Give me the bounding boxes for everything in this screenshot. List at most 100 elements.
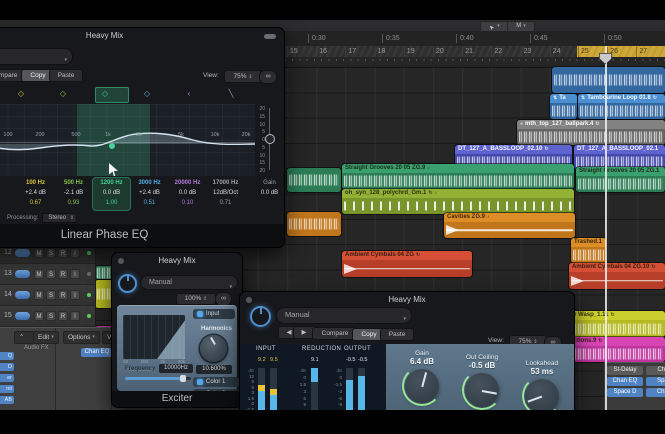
- eq-band-parameter-column[interactable]: 17000 Hz12dB/Oct0.71: [207, 178, 244, 210]
- track-region[interactable]: [95, 266, 113, 279]
- track-number: 12: [4, 249, 12, 256]
- exciter-harmonics-value[interactable]: 10.600%: [196, 365, 232, 374]
- eq-processing-select[interactable]: Stereo⇕: [42, 213, 77, 223]
- gain-knob[interactable]: [405, 369, 439, 403]
- track-region[interactable]: Straight Grooves 20 05 ZG.1: [576, 167, 665, 192]
- track-region[interactable]: [552, 67, 665, 93]
- db-tick-label: 10: [259, 153, 265, 159]
- track-region[interactable]: Straight Grooves 20 05 ZG.9♪: [342, 164, 574, 189]
- eq-band-icon[interactable]: ‹: [188, 89, 191, 99]
- plugin-slot-button[interactable]: Chan: [646, 388, 665, 397]
- input-monitor-button[interactable]: I: [70, 248, 80, 258]
- track-icon[interactable]: [15, 270, 30, 278]
- mute-button[interactable]: M: [34, 269, 44, 279]
- plugin-slot-button[interactable]: Spac: [646, 377, 665, 386]
- mute-button[interactable]: M: [34, 311, 44, 321]
- region-label: Straight Grooves 20 05 ZG.1: [579, 167, 659, 176]
- exciter-input-toggle[interactable]: Input: [193, 309, 235, 319]
- eq-view-zoom-select[interactable]: 75% ⇕: [224, 70, 262, 83]
- plugin-slot-button[interactable]: Chor: [646, 366, 665, 375]
- eq-preset-dropdown[interactable]: ▾: [0, 48, 73, 65]
- track-icon[interactable]: [15, 291, 30, 299]
- input-monitor-button[interactable]: I: [70, 290, 80, 300]
- track-region[interactable]: Ambient Cymbals 04 ZG↻: [342, 251, 472, 277]
- region-waveform: [344, 176, 572, 187]
- exciter-color1-toggle[interactable]: Color 1: [193, 377, 239, 387]
- plugin-slot-button[interactable]: Chan EQ: [607, 377, 643, 386]
- cycle-region[interactable]: 252627: [577, 46, 665, 57]
- track-header[interactable]: 14MSRI: [0, 285, 95, 306]
- exciter-harmonics-knob[interactable]: [200, 335, 227, 362]
- eq-bypass-pill[interactable]: [264, 34, 276, 39]
- eq-band-handle[interactable]: [109, 143, 115, 149]
- track-region[interactable]: Trashed.1: [571, 238, 606, 263]
- limiter-paste-button[interactable]: Paste: [380, 328, 414, 341]
- track-region[interactable]: ⇅Ta: [550, 94, 577, 119]
- eq-band-icon[interactable]: ◇: [60, 89, 66, 99]
- mixer-edit-menu[interactable]: Edit▾: [33, 331, 59, 344]
- mixer-nav-icon[interactable]: ⌃: [14, 331, 34, 344]
- exciter-link-button[interactable]: ∞: [215, 292, 232, 306]
- record-button[interactable]: R: [58, 248, 68, 258]
- mute-button[interactable]: M: [34, 248, 44, 258]
- eq-band-parameter-column[interactable]: 100 Hz+2.4 dB0.67: [17, 178, 54, 210]
- track-header[interactable]: 13MSRI: [0, 264, 95, 285]
- track-region[interactable]: oh_syn_128_polychrd_Gm.1↻♪: [342, 189, 574, 214]
- eq-band-parameter-column[interactable]: 3000 Hz+2.4 dB0.51: [131, 178, 168, 210]
- input-monitor-button[interactable]: I: [70, 269, 80, 279]
- eq-band-parameter-column[interactable]: 1200 Hz0.0 dB1.00: [93, 178, 130, 210]
- track-region[interactable]: ⇅Tambourine Loop 01.8↻: [578, 94, 665, 119]
- track-icon[interactable]: [15, 312, 30, 320]
- record-button[interactable]: R: [58, 269, 68, 279]
- solo-button[interactable]: S: [46, 248, 56, 258]
- solo-button[interactable]: S: [46, 290, 56, 300]
- clipped-plugin-button[interactable]: AB: [0, 396, 14, 404]
- power-button[interactable]: [250, 306, 271, 327]
- solo-button[interactable]: S: [46, 269, 56, 279]
- clipped-plugin-button[interactable]: D: [0, 363, 14, 371]
- eq-band-icon[interactable]: ◇: [144, 89, 150, 99]
- limiter-preset-dropdown[interactable]: Manual▾: [276, 307, 412, 324]
- region-waveform: [289, 175, 339, 186]
- track-region[interactable]: Ambient Cymbals 04 ZG.10↻: [569, 263, 665, 289]
- eq-graph[interactable]: 1002005001k2k5k10k20k: [0, 104, 255, 176]
- track-region[interactable]: ●mth_top_127_ballpark.4↻: [517, 120, 665, 145]
- mute-button[interactable]: M: [34, 290, 44, 300]
- eq-band-icon[interactable]: ╲: [229, 89, 234, 99]
- eq-gain-slider-knob[interactable]: [265, 134, 275, 144]
- out-ceiling-knob[interactable]: [465, 373, 499, 407]
- solo-button[interactable]: S: [46, 311, 56, 321]
- exciter-frequency-value[interactable]: 10000Hz: [159, 364, 193, 373]
- eq-band-icon[interactable]: ◇: [18, 89, 24, 99]
- track-region[interactable]: [95, 280, 113, 308]
- eq-band-parameter-column[interactable]: 500 Hz-2.1 dB0.93: [55, 178, 92, 210]
- plugin-slot-button[interactable]: Space D: [607, 388, 643, 397]
- chan-eq-slot-button[interactable]: Chan EQ: [81, 348, 113, 357]
- exciter-frequency-graph[interactable]: [123, 315, 185, 359]
- record-button[interactable]: R: [58, 311, 68, 321]
- eq-master-gain[interactable]: Gain0.0 dB: [255, 178, 284, 198]
- track-region[interactable]: Cavities ZG.9♪: [444, 213, 575, 238]
- input-monitor-button[interactable]: I: [70, 311, 80, 321]
- eq-band-parameter-column[interactable]: 20000 Hz0.0 dB0.10: [169, 178, 206, 210]
- power-button[interactable]: [118, 274, 137, 293]
- clipped-plugin-button[interactable]: nit: [0, 385, 14, 393]
- track-header[interactable]: 15MSRI: [0, 306, 95, 327]
- eq-paste-button[interactable]: Paste: [49, 69, 83, 82]
- exciter-preset-dropdown[interactable]: Manual▾: [140, 275, 238, 290]
- mixer-options-menu[interactable]: Options▾: [63, 331, 100, 344]
- record-button[interactable]: R: [58, 290, 68, 300]
- track-region[interactable]: [287, 168, 341, 192]
- exciter-zoom-select[interactable]: 100% ⇕: [176, 293, 216, 305]
- eq-band-icon[interactable]: ◇: [102, 89, 108, 99]
- plugin-slot-button[interactable]: St-Delay: [607, 366, 643, 375]
- track-region[interactable]: [287, 212, 341, 236]
- eq-link-button[interactable]: ∞: [259, 70, 277, 84]
- clipped-plugin-button[interactable]: er: [0, 374, 14, 382]
- clipped-plugin-button[interactable]: Q: [0, 352, 14, 360]
- playhead[interactable]: [605, 46, 607, 410]
- exciter-frequency-slider[interactable]: [125, 377, 191, 380]
- lookahead-knob[interactable]: [525, 379, 559, 413]
- track-icon[interactable]: [15, 249, 30, 257]
- frequency-tick-label: 200: [140, 359, 148, 364]
